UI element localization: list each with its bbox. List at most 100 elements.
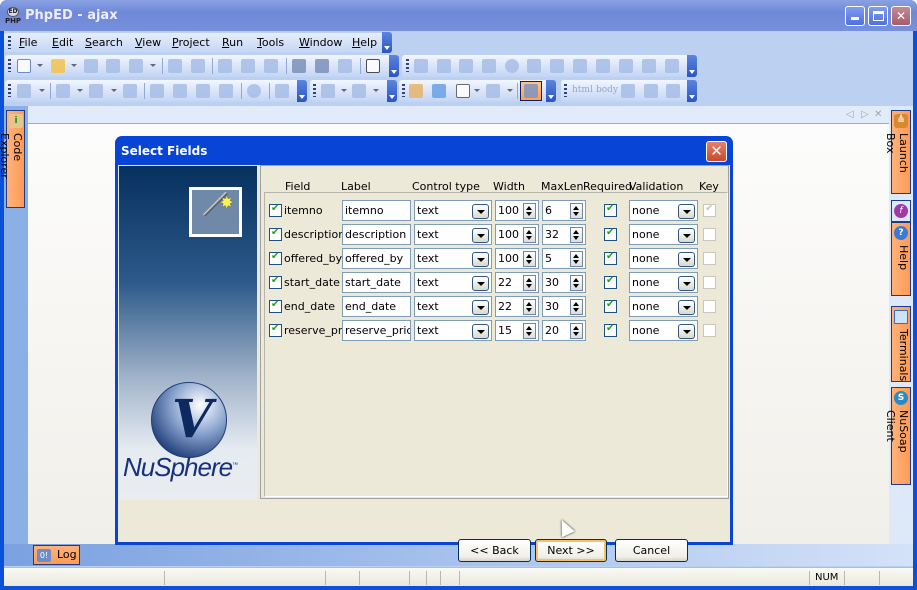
control-type-select[interactable]: text [414, 272, 492, 293]
key-checkbox[interactable] [703, 203, 716, 217]
step-over-icon[interactable] [173, 84, 187, 98]
label-input[interactable]: end_date [342, 296, 411, 317]
menu-window[interactable]: Window [299, 36, 342, 49]
forward-arrow-icon[interactable] [352, 84, 366, 98]
dropdown-arrow-icon[interactable] [111, 89, 117, 92]
control-type-select[interactable]: text [414, 248, 492, 269]
validation-select[interactable]: none [629, 248, 698, 269]
copy-icon[interactable] [241, 59, 255, 73]
dropdown-arrow-icon[interactable] [472, 228, 489, 243]
toolbar-overflow-chevron[interactable] [389, 55, 399, 77]
step-out-icon[interactable] [196, 84, 210, 98]
control-type-select[interactable]: text [414, 224, 492, 245]
maxlen-spinner[interactable]: 30 [542, 272, 586, 293]
step-into-icon[interactable] [150, 84, 164, 98]
replace-icon[interactable] [338, 59, 352, 73]
toolbar-overflow-chevron[interactable] [546, 80, 556, 102]
toolbar-grip[interactable] [8, 84, 11, 97]
new-file-icon[interactable] [17, 59, 31, 73]
width-spinner[interactable]: 22 [495, 296, 539, 317]
redo-icon[interactable] [191, 59, 205, 73]
minimize-button[interactable] [845, 6, 865, 26]
button-icon[interactable] [619, 59, 633, 73]
radio-icon[interactable] [505, 59, 519, 73]
width-spinner[interactable]: 100 [495, 200, 539, 221]
submit-icon[interactable] [642, 59, 656, 73]
menu-view[interactable]: View [135, 36, 161, 49]
spinner-arrows-icon[interactable] [523, 251, 536, 267]
dropdown-arrow-icon[interactable] [39, 89, 45, 92]
spinner-arrows-icon[interactable] [523, 299, 536, 315]
toolbar-overflow-chevron[interactable] [687, 80, 697, 102]
find-next-icon[interactable] [315, 59, 329, 73]
side-tab-nusoap-client[interactable]: S NuSoap Client [884, 387, 911, 485]
close-editor-icon[interactable]: ✕ [874, 109, 882, 120]
menu-edit[interactable]: Edit [52, 36, 73, 49]
required-checkbox[interactable] [604, 203, 617, 217]
width-spinner[interactable]: 100 [495, 248, 539, 269]
menu-file[interactable]: File [19, 36, 37, 49]
cancel-button[interactable]: Cancel [615, 539, 688, 562]
maxlen-spinner[interactable]: 20 [542, 320, 586, 341]
select-icon[interactable] [573, 59, 587, 73]
key-checkbox[interactable] [703, 252, 716, 265]
toolbar-grip[interactable] [313, 84, 316, 97]
cut-icon[interactable] [218, 59, 232, 73]
width-spinner[interactable]: 15 [495, 320, 539, 341]
control-type-select[interactable]: text [414, 320, 492, 341]
back-button[interactable]: << Back [458, 539, 531, 562]
maxlen-spinner[interactable]: 6 [542, 200, 586, 221]
key-checkbox[interactable] [703, 276, 716, 289]
required-checkbox[interactable] [604, 299, 617, 313]
toolbar-grip[interactable] [8, 59, 11, 72]
spinner-arrows-icon[interactable] [570, 227, 583, 243]
paste-icon[interactable] [264, 59, 278, 73]
side-tab-terminals[interactable]: Terminals [891, 306, 911, 382]
spinner-arrows-icon[interactable] [570, 275, 583, 291]
back-arrow-icon[interactable] [321, 84, 335, 98]
textarea-icon[interactable] [459, 59, 473, 73]
breakpoint-hand-icon[interactable] [275, 84, 289, 98]
debug-icon[interactable] [56, 84, 70, 98]
pause-icon[interactable] [123, 84, 137, 98]
menubar-overflow-chevron[interactable] [382, 32, 392, 53]
tools-icon[interactable] [409, 84, 423, 98]
run-icon[interactable] [17, 84, 31, 98]
run-to-cursor-icon[interactable] [219, 84, 233, 98]
database-icon[interactable] [129, 59, 143, 73]
menu-search[interactable]: Search [85, 36, 123, 49]
toolbar-grip[interactable] [8, 36, 11, 49]
field-select-checkbox[interactable] [269, 299, 282, 313]
hidden-icon[interactable] [527, 59, 541, 73]
control-type-select[interactable]: text [414, 200, 492, 221]
spinner-arrows-icon[interactable] [570, 299, 583, 315]
toolbar-grip[interactable] [402, 84, 405, 97]
dropdown-arrow-icon[interactable] [71, 64, 77, 67]
key-checkbox[interactable] [703, 324, 716, 337]
dropdown-arrow-icon[interactable] [472, 324, 489, 339]
dropdown-arrow-icon[interactable] [678, 252, 695, 267]
scroll-tabs-left-icon[interactable]: ◁ [846, 109, 854, 120]
required-checkbox[interactable] [604, 251, 617, 265]
menu-project[interactable]: Project [172, 36, 210, 49]
textbox-icon[interactable] [437, 59, 451, 73]
side-tab-code-explorer[interactable]: i Code Explorer [0, 110, 25, 208]
spinner-arrows-icon[interactable] [523, 323, 536, 339]
password-icon[interactable] [596, 59, 610, 73]
spinner-arrows-icon[interactable] [570, 323, 583, 339]
spinner-arrows-icon[interactable] [570, 251, 583, 267]
link-icon[interactable] [666, 84, 680, 98]
menu-help[interactable]: Help [352, 36, 377, 49]
image-icon[interactable] [644, 84, 658, 98]
side-tab-help[interactable]: ? Help [891, 222, 911, 296]
reset-icon[interactable] [665, 59, 679, 73]
paint-bucket-icon[interactable] [456, 84, 470, 98]
validation-select[interactable]: none [629, 320, 698, 341]
maxlen-spinner[interactable]: 30 [542, 296, 586, 317]
menu-tools[interactable]: Tools [257, 36, 284, 49]
dropdown-arrow-icon[interactable] [37, 64, 43, 67]
label-input[interactable]: offered_by [342, 248, 411, 269]
dropdown-arrow-icon[interactable] [472, 252, 489, 267]
label-input[interactable]: start_date [342, 272, 411, 293]
validation-select[interactable]: none [629, 200, 698, 221]
